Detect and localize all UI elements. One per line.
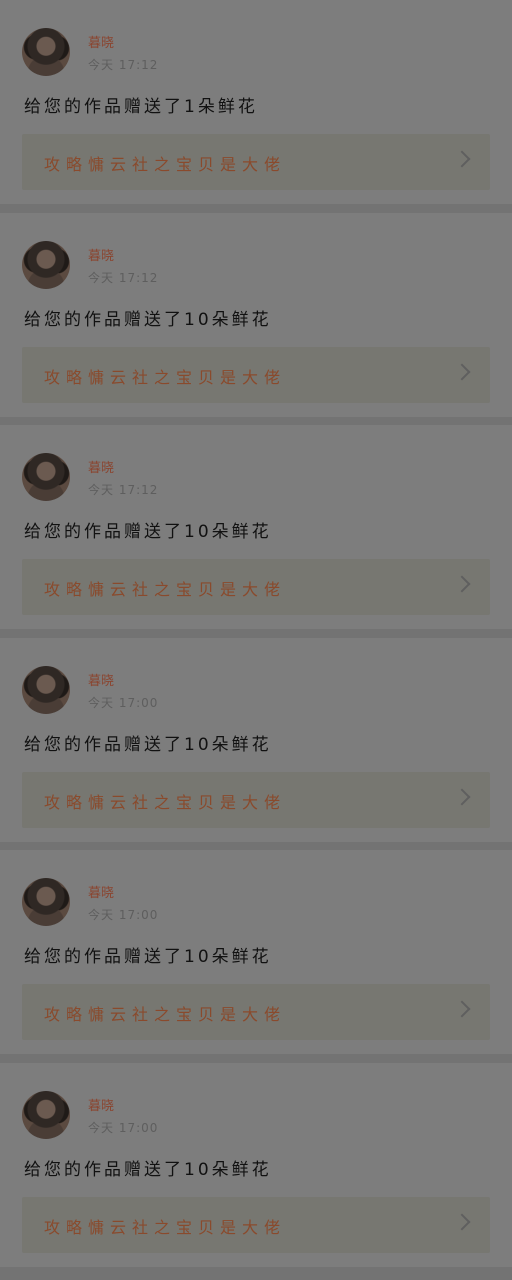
avatar[interactable] (22, 1091, 70, 1139)
chevron-right-icon (453, 150, 471, 168)
chevron-right-icon (453, 575, 471, 593)
work-title: 攻略慵云社之宝贝是大佬 (44, 368, 287, 387)
notification-card: 暮晓 今天 17:12 给您的作品赠送了10朵鲜花 攻略慵云社之宝贝是大佬 (0, 425, 512, 629)
avatar[interactable] (22, 28, 70, 76)
work-title: 攻略慵云社之宝贝是大佬 (44, 155, 287, 174)
chevron-right-icon (453, 363, 471, 381)
notification-card: 暮晓 今天 17:00 给您的作品赠送了10朵鲜花 攻略慵云社之宝贝是大佬 (0, 1063, 512, 1267)
timestamp: 今天 17:00 (88, 908, 159, 922)
gift-message: 给您的作品赠送了10朵鲜花 (24, 1160, 272, 1180)
notification-card: 暮晓 今天 17:00 给您的作品赠送了10朵鲜花 攻略慵云社之宝贝是大佬 (0, 850, 512, 1054)
chevron-right-icon (453, 1000, 471, 1018)
username[interactable]: 暮晓 (88, 882, 114, 901)
gift-message: 给您的作品赠送了10朵鲜花 (24, 310, 272, 330)
timestamp: 今天 17:00 (88, 1121, 159, 1135)
notification-card: 暮晓 今天 17:12 给您的作品赠送了1朵鲜花 攻略慵云社之宝贝是大佬 (0, 0, 512, 204)
work-title: 攻略慵云社之宝贝是大佬 (44, 1005, 287, 1024)
gift-message: 给您的作品赠送了10朵鲜花 (24, 735, 272, 755)
username[interactable]: 暮晓 (88, 1095, 114, 1114)
gift-message: 给您的作品赠送了1朵鲜花 (24, 97, 258, 117)
work-title: 攻略慵云社之宝贝是大佬 (44, 580, 287, 599)
gift-message: 给您的作品赠送了10朵鲜花 (24, 522, 272, 542)
avatar[interactable] (22, 666, 70, 714)
work-link[interactable]: 攻略慵云社之宝贝是大佬 (22, 134, 490, 190)
timestamp: 今天 17:12 (88, 58, 159, 72)
username[interactable]: 暮晓 (88, 32, 114, 51)
notification-card: 暮晓 今天 17:12 给您的作品赠送了10朵鲜花 攻略慵云社之宝贝是大佬 (0, 213, 512, 417)
username[interactable]: 暮晓 (88, 245, 114, 264)
username[interactable]: 暮晓 (88, 457, 114, 476)
avatar[interactable] (22, 241, 70, 289)
work-title: 攻略慵云社之宝贝是大佬 (44, 793, 287, 812)
work-link[interactable]: 攻略慵云社之宝贝是大佬 (22, 772, 490, 828)
work-link[interactable]: 攻略慵云社之宝贝是大佬 (22, 347, 490, 403)
work-link[interactable]: 攻略慵云社之宝贝是大佬 (22, 559, 490, 615)
work-link[interactable]: 攻略慵云社之宝贝是大佬 (22, 1197, 490, 1253)
gift-message: 给您的作品赠送了10朵鲜花 (24, 947, 272, 967)
avatar[interactable] (22, 878, 70, 926)
timestamp: 今天 17:12 (88, 483, 159, 497)
chevron-right-icon (453, 1213, 471, 1231)
username[interactable]: 暮晓 (88, 670, 114, 689)
notification-card: 暮晓 今天 17:00 给您的作品赠送了10朵鲜花 攻略慵云社之宝贝是大佬 (0, 638, 512, 842)
chevron-right-icon (453, 788, 471, 806)
work-link[interactable]: 攻略慵云社之宝贝是大佬 (22, 984, 490, 1040)
avatar[interactable] (22, 453, 70, 501)
timestamp: 今天 17:00 (88, 696, 159, 710)
work-title: 攻略慵云社之宝贝是大佬 (44, 1218, 287, 1237)
timestamp: 今天 17:12 (88, 271, 159, 285)
